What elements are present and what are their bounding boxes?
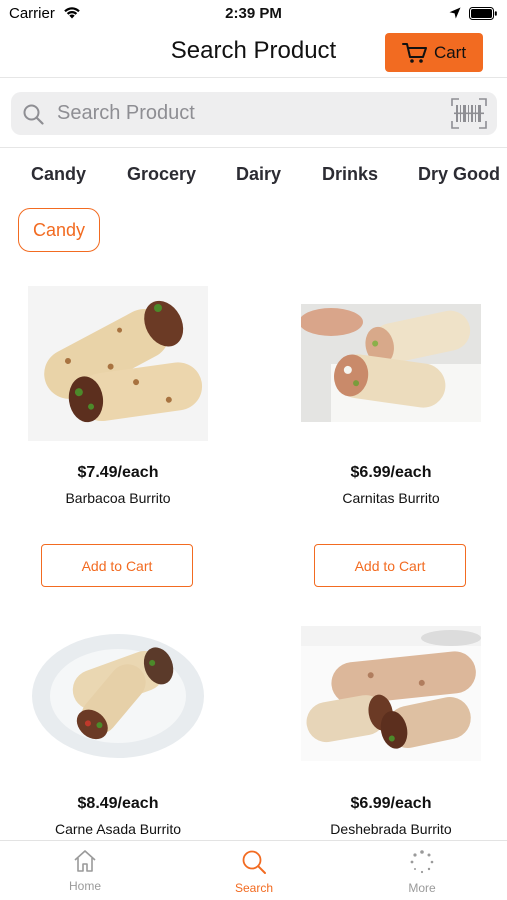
tab-candy[interactable]: Candy [31,164,86,185]
tab-dry-good[interactable]: Dry Good [418,164,500,185]
tab-search[interactable]: Search [204,849,304,895]
product-name: Barbacoa Burrito [65,490,171,506]
product-price: $6.99/each [350,464,432,481]
tab-more-label: More [408,881,436,895]
tab-home-label: Home [68,879,101,893]
battery-icon [469,7,497,20]
add-to-cart-button[interactable]: Add to Cart [41,544,193,587]
bottom-tab-bar: Home Search More [0,840,507,900]
search-icon [23,104,44,125]
product-name: Carne Asada Burrito [54,821,182,837]
tab-more[interactable]: More [372,849,472,895]
header: Search Product Cart [0,28,507,78]
search-input[interactable] [57,92,447,135]
category-tabs: Candy Grocery Dairy Drinks Dry Good [0,164,507,194]
cart-icon [401,42,427,63]
tab-drinks[interactable]: Drinks [322,164,378,185]
cart-button[interactable]: Cart [385,33,483,72]
status-bar: Carrier 2:39 PM [0,0,507,28]
selected-category-chip[interactable]: Candy [18,208,100,252]
tab-search-label: Search [234,881,274,895]
product-image [301,304,481,422]
product-card: $6.99/each Carnitas Burrito Add to Cart [301,286,481,587]
home-icon [74,850,96,872]
more-icon [410,850,434,874]
product-name: Deshebrada Burrito [330,821,452,837]
product-price: $8.49/each [77,795,159,812]
product-card: $7.49/each Barbacoa Burrito Add to Cart [28,286,208,587]
clock: 2:39 PM [225,5,282,22]
product-card: $6.99/each Deshebrada Burrito [301,626,481,840]
product-price: $7.49/each [77,464,159,481]
cart-label: Cart [433,42,467,62]
barcode-scan-icon[interactable] [451,98,487,129]
product-card: $8.49/each Carne Asada Burrito [28,626,208,840]
product-image [28,286,208,441]
product-image [301,626,481,761]
location-arrow-icon [449,7,461,19]
product-name: Carnitas Burrito [342,490,440,506]
add-to-cart-button[interactable]: Add to Cart [314,544,466,587]
search-bar [11,92,497,135]
divider [0,147,507,148]
tab-dairy[interactable]: Dairy [236,164,281,185]
product-price: $6.99/each [350,795,432,812]
tab-home[interactable]: Home [35,849,135,893]
search-icon [242,850,266,874]
tab-grocery[interactable]: Grocery [127,164,196,185]
product-image [28,626,208,761]
